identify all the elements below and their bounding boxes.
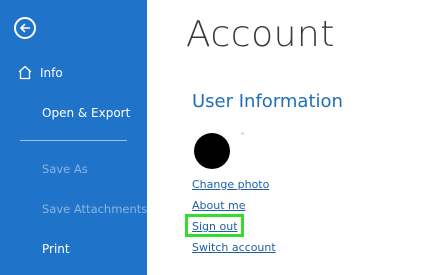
sidebar-item-print[interactable]: Print <box>0 236 147 262</box>
sidebar-item-label: Save Attachments <box>42 202 148 216</box>
arrow-left-icon <box>20 23 31 33</box>
sidebar: Info Open & Export Save As Save Attachme… <box>0 0 147 275</box>
change-photo-link[interactable]: Change photo <box>192 178 269 192</box>
sidebar-item-save-attachments: Save Attachments <box>0 196 147 222</box>
back-button[interactable] <box>14 17 36 39</box>
sidebar-item-label: Open & Export <box>42 106 131 120</box>
sidebar-item-save-as: Save As <box>0 156 147 182</box>
switch-account-link[interactable]: Switch account <box>192 241 276 255</box>
page-title: Account <box>186 14 335 55</box>
sign-out-highlight-box <box>185 214 244 237</box>
account-backstage: Info Open & Export Save As Save Attachme… <box>0 0 440 275</box>
sidebar-item-label: Save As <box>42 162 88 176</box>
sidebar-divider <box>20 140 127 141</box>
sidebar-item-label: Print <box>42 242 70 256</box>
about-me-link[interactable]: About me <box>192 199 246 213</box>
sidebar-item-info[interactable]: Info <box>0 60 147 86</box>
section-title: User Information <box>192 91 343 112</box>
sidebar-item-open-export[interactable]: Open & Export <box>0 100 147 126</box>
home-icon <box>18 65 32 80</box>
sidebar-item-label: Info <box>40 66 63 80</box>
avatar <box>194 133 230 169</box>
avatar-status-dot <box>241 132 244 135</box>
